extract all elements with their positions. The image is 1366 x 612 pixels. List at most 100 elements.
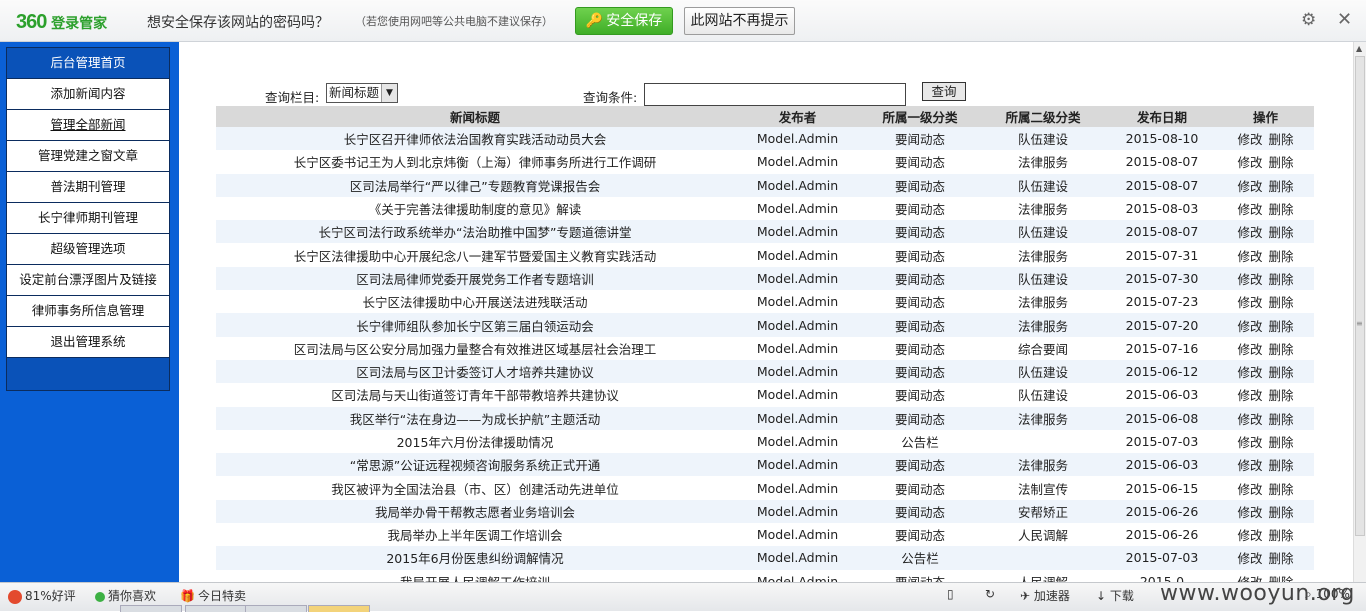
cell-actions: 修改删除 xyxy=(1217,359,1314,384)
scroll-up-icon[interactable]: ▲ xyxy=(1356,44,1362,53)
cell-publisher: Model.Admin xyxy=(734,406,861,430)
delete-link[interactable]: 删除 xyxy=(1269,388,1294,403)
green-dot-icon xyxy=(95,591,105,602)
cell-actions: 修改删除 xyxy=(1217,150,1314,174)
menu-item-add-news[interactable]: 添加新闻内容 xyxy=(7,79,169,110)
delete-link[interactable]: 删除 xyxy=(1269,132,1294,147)
edit-link[interactable]: 修改 xyxy=(1237,435,1262,450)
edit-link[interactable]: 修改 xyxy=(1237,155,1262,170)
chevron-down-icon[interactable]: ▼ xyxy=(381,84,397,102)
edit-link[interactable]: 修改 xyxy=(1237,295,1262,310)
edit-link[interactable]: 修改 xyxy=(1237,528,1262,543)
edit-link[interactable]: 修改 xyxy=(1237,342,1262,357)
delete-link[interactable]: 删除 xyxy=(1269,412,1294,427)
delete-link[interactable]: 删除 xyxy=(1269,155,1294,170)
delete-link[interactable]: 删除 xyxy=(1269,482,1294,497)
edit-link[interactable]: 修改 xyxy=(1237,412,1262,427)
delete-link[interactable]: 删除 xyxy=(1269,435,1294,450)
cell-title: 长宁区法律援助中心开展纪念八一建军节暨爱国主义教育实践活动 xyxy=(216,243,734,267)
edit-link[interactable]: 修改 xyxy=(1237,319,1262,334)
cell-title: 长宁区委书记王为人到北京炜衡（上海）律师事务所进行工作调研 xyxy=(216,150,734,174)
cell-category-1: 要闻动态 xyxy=(861,383,979,407)
edit-link[interactable]: 修改 xyxy=(1237,249,1262,264)
cell-category-1: 要闻动态 xyxy=(861,499,979,524)
daily-deal-item[interactable]: 🎁 今日特卖 xyxy=(180,587,246,604)
rating-item[interactable]: 81%好评 xyxy=(8,587,76,604)
menu-item-label: 长宁律师期刊管理 xyxy=(37,210,138,225)
cell-category-2: 安帮矫正 xyxy=(979,499,1107,524)
menu-item-party-articles[interactable]: 管理党建之窗文章 xyxy=(7,141,169,172)
delete-link[interactable]: 删除 xyxy=(1269,551,1294,566)
edit-link[interactable]: 修改 xyxy=(1237,458,1262,473)
cell-actions: 修改删除 xyxy=(1217,173,1314,197)
delete-link[interactable]: 删除 xyxy=(1269,365,1294,380)
cell-category-2: 综合要闻 xyxy=(979,336,1107,360)
edit-link[interactable]: 修改 xyxy=(1237,132,1262,147)
key-icon: 🔑 xyxy=(585,13,604,29)
accelerator-item[interactable]: ✈ 加速器 xyxy=(1020,587,1070,604)
admin-sidebar: 后台管理首页 添加新闻内容 管理全部新闻 管理党建之窗文章 普法期刊管理 长宁律… xyxy=(0,42,179,582)
delete-link[interactable]: 删除 xyxy=(1269,319,1294,334)
refresh-icon[interactable]: ↻ xyxy=(985,587,995,601)
delete-link[interactable]: 删除 xyxy=(1269,342,1294,357)
edit-link[interactable]: 修改 xyxy=(1237,505,1262,520)
menu-footer xyxy=(7,358,169,390)
cell-publisher: Model.Admin xyxy=(734,453,861,477)
table-row: 我局举办骨干帮教志愿者业务培训会 Model.Admin 要闻动态 安帮矫正 2015-… xyxy=(216,499,1314,524)
cell-publisher: Model.Admin xyxy=(734,127,861,151)
never-prompt-button[interactable]: 此网站不再提示 xyxy=(684,7,795,35)
menu-item-logout[interactable]: 退出管理系统 xyxy=(7,327,169,358)
edit-link[interactable]: 修改 xyxy=(1237,179,1262,194)
cell-title: 区司法局与区公安分局加强力量整合有效推进区域基层社会治理工 xyxy=(216,336,734,360)
scrollbar-thumb[interactable] xyxy=(1355,56,1365,536)
cell-date: 2015-08-07 xyxy=(1107,150,1217,174)
delete-link[interactable]: 删除 xyxy=(1269,249,1294,264)
query-condition-input[interactable] xyxy=(644,83,906,106)
cell-category-1: 要闻动态 xyxy=(861,196,979,221)
delete-link[interactable]: 删除 xyxy=(1269,272,1294,287)
close-icon[interactable]: ✕ xyxy=(1337,9,1352,30)
guess-like-item[interactable]: 猜你喜欢 xyxy=(95,587,156,604)
cell-actions: 修改删除 xyxy=(1217,127,1314,151)
cell-publisher: Model.Admin xyxy=(734,523,861,547)
edit-link[interactable]: 修改 xyxy=(1237,225,1262,240)
table-row: 长宁区委书记王为人到北京炜衡（上海）律师事务所进行工作调研 Model.Admin… xyxy=(216,150,1314,174)
delete-link[interactable]: 删除 xyxy=(1269,295,1294,310)
safe-save-button[interactable]: 🔑 安全保存 xyxy=(575,7,673,35)
edit-link[interactable]: 修改 xyxy=(1237,202,1262,217)
cell-publisher: Model.Admin xyxy=(734,313,861,337)
menu-item-law-journal[interactable]: 普法期刊管理 xyxy=(7,172,169,203)
delete-link[interactable]: 删除 xyxy=(1269,458,1294,473)
menu-item-super-admin[interactable]: 超级管理选项 xyxy=(7,234,169,265)
cell-date: 2015-07-23 xyxy=(1107,290,1217,314)
edit-link[interactable]: 修改 xyxy=(1237,365,1262,380)
edit-link[interactable]: 修改 xyxy=(1237,482,1262,497)
menu-item-label: 后台管理首页 xyxy=(50,55,126,70)
cell-category-2: 法律服务 xyxy=(979,196,1107,221)
edit-link[interactable]: 修改 xyxy=(1237,272,1262,287)
vertical-scrollbar[interactable]: ▲ ≡ xyxy=(1353,42,1366,582)
query-column-select[interactable]: 新闻标题 ▼ xyxy=(326,83,398,103)
rocket-icon: ✈ xyxy=(1020,589,1031,603)
menu-item-manage-all-news[interactable]: 管理全部新闻 xyxy=(7,110,169,141)
search-button[interactable]: 查询 xyxy=(922,82,966,101)
cell-actions: 修改删除 xyxy=(1217,313,1314,337)
delete-link[interactable]: 删除 xyxy=(1269,179,1294,194)
menu-item-floating-image[interactable]: 设定前台漂浮图片及链接 xyxy=(7,265,169,296)
cell-category-1: 要闻动态 xyxy=(861,569,979,582)
gear-icon[interactable]: ⚙ xyxy=(1301,10,1316,30)
download-item[interactable]: ↓ 下载 xyxy=(1096,587,1134,604)
edit-link[interactable]: 修改 xyxy=(1237,388,1262,403)
cell-category-1: 要闻动态 xyxy=(861,406,979,430)
menu-item-law-firm-info[interactable]: 律师事务所信息管理 xyxy=(7,296,169,327)
delete-link[interactable]: 删除 xyxy=(1269,528,1294,543)
menu-item-lawyer-journal[interactable]: 长宁律师期刊管理 xyxy=(7,203,169,234)
delete-link[interactable]: 删除 xyxy=(1269,202,1294,217)
main-content: 查询栏目: 新闻标题 ▼ 查询条件: 查询 新闻标题 发布者 所属一级分类 所属… xyxy=(179,42,1353,582)
delete-link[interactable]: 删除 xyxy=(1269,505,1294,520)
cell-date: 2015-06-15 xyxy=(1107,476,1217,500)
phone-icon[interactable]: ▯ xyxy=(947,587,954,601)
delete-link[interactable]: 删除 xyxy=(1269,225,1294,240)
menu-item-admin-home[interactable]: 后台管理首页 xyxy=(7,48,169,79)
edit-link[interactable]: 修改 xyxy=(1237,551,1262,566)
